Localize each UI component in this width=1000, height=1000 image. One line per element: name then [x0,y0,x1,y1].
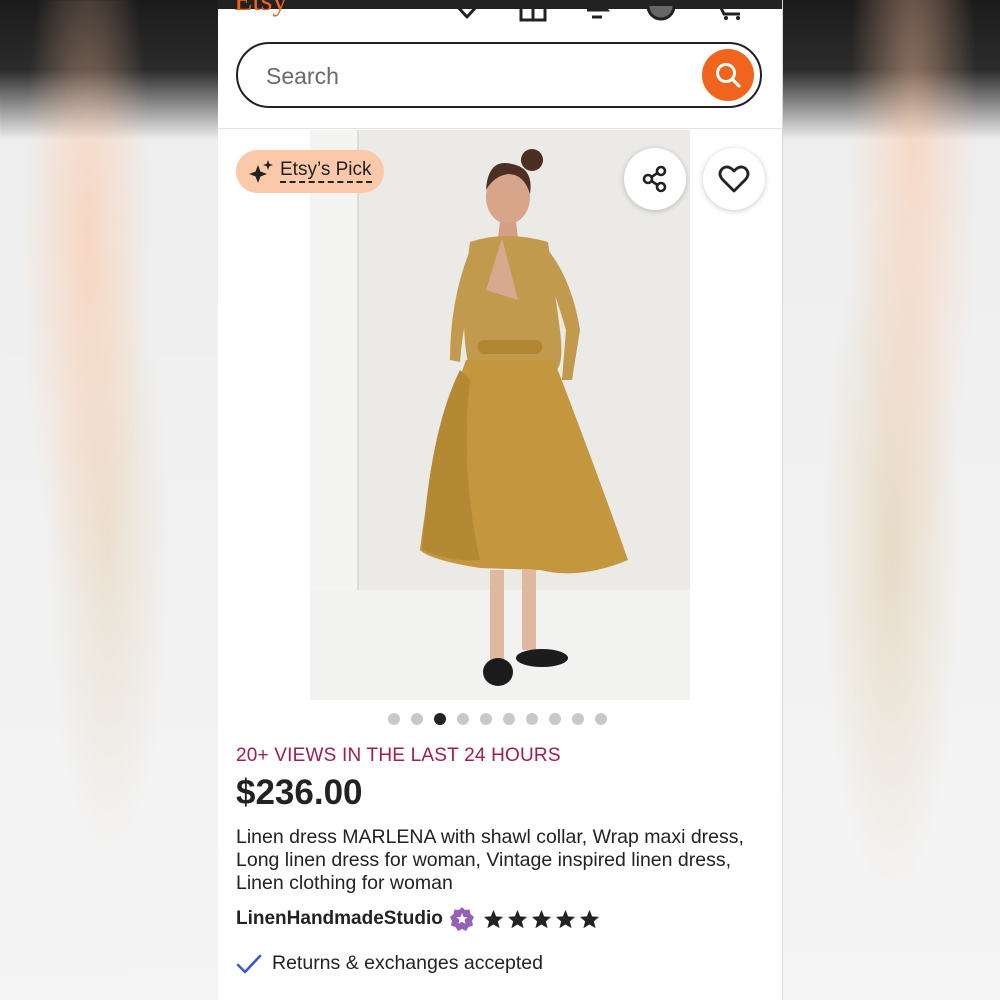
returns-policy: Returns & exchanges accepted [236,952,543,975]
gift-icon[interactable] [518,0,548,22]
notifications-icon[interactable] [582,0,612,22]
carousel-dot[interactable] [503,713,515,725]
favorites-icon[interactable] [452,0,482,22]
shop-name-link[interactable]: LinenHandmadeStudio [236,908,443,930]
listing-page: Etsy Search Etsy’s Pick 20+ VIEWS IN THE… [218,0,783,1000]
listing-image[interactable] [310,130,690,700]
star-seller-icon [449,907,474,931]
etsy-logo[interactable]: Etsy [234,0,287,16]
views-notice: 20+ VIEWS IN THE LAST 24 HOURS [236,745,561,766]
share-button[interactable] [624,148,686,210]
favorite-button[interactable] [703,148,765,210]
carousel-dot[interactable] [526,713,538,725]
image-carousel-dots [388,713,607,725]
etsys-pick-badge[interactable]: Etsy’s Pick [236,150,384,193]
star-icon [531,909,551,929]
header-divider [218,128,783,129]
star-icon [579,909,599,929]
search-icon [716,63,741,88]
account-icon[interactable] [646,0,676,22]
product-photo-illustration [310,130,690,700]
carousel-dot[interactable] [595,713,607,725]
sparkle-icon [249,159,273,183]
carousel-dot[interactable] [480,713,492,725]
background-left [0,0,218,1000]
star-icon [483,909,503,929]
search-button[interactable] [702,49,754,101]
heart-icon [718,165,750,193]
badge-label: Etsy’s Pick [280,160,372,183]
carousel-dot[interactable] [572,713,584,725]
shop-info: LinenHandmadeStudio [236,906,600,932]
search-input[interactable] [264,58,688,94]
search-bar [236,42,762,108]
carousel-dot[interactable] [388,713,400,725]
rating-stars [483,909,600,929]
carousel-dot[interactable] [457,713,469,725]
page-edge [782,0,783,1000]
listing-title: Linen dress MARLENA with shawl collar, W… [236,826,744,894]
carousel-dot[interactable] [549,713,561,725]
top-navigation: Etsy [218,0,783,24]
background-right [783,0,1000,1000]
carousel-dot[interactable] [411,713,423,725]
listing-price: $236.00 [236,773,363,812]
carousel-dot[interactable] [434,713,446,725]
star-icon [555,909,575,929]
returns-label: Returns & exchanges accepted [272,952,544,974]
share-icon [642,165,667,193]
check-icon [236,954,262,973]
star-icon [507,909,527,929]
status-strip [218,0,783,9]
cart-icon[interactable] [716,0,746,22]
